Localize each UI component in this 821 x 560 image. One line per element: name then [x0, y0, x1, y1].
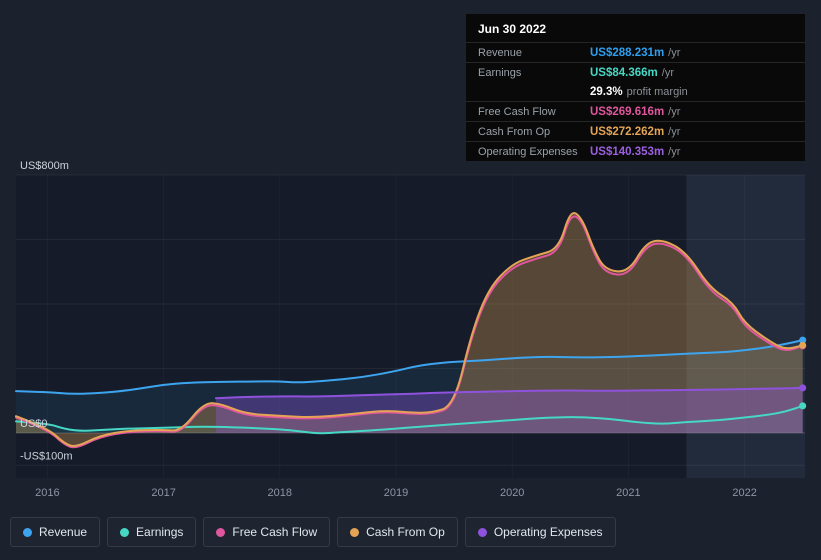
tooltip-row-earnings: Earnings US$84.366m/yr	[466, 62, 805, 82]
tooltip-row-label: Free Cash Flow	[478, 105, 556, 118]
chart-legend: Revenue Earnings Free Cash Flow Cash From O…	[10, 517, 616, 547]
legend-item-earnings[interactable]: Earnings	[107, 517, 197, 547]
tooltip-row-label: Earnings	[478, 66, 522, 79]
legend-dot	[216, 527, 226, 537]
tooltip-rows: Revenue US$288.231m/yr Earnings US$84.366m /…	[466, 42, 805, 161]
legend-label: Revenue	[39, 525, 88, 539]
tooltip-row-value: US$272.262m	[590, 125, 665, 138]
legend-dot	[23, 527, 32, 537]
legend-item-free-cash-flow[interactable]: Free Cash Flow	[203, 517, 331, 547]
tooltip-row-value: US$140.353m	[590, 145, 665, 158]
legend-label: Operating Expenses	[493, 525, 603, 539]
x-axis-label-2021: 2021	[616, 487, 640, 499]
tooltip-row-suffix: /yr	[668, 105, 681, 118]
tooltip-row-suffix: /yr	[668, 125, 681, 138]
x-axis-label-2019: 2019	[384, 487, 408, 499]
y-axis-label-800: US$800m	[20, 160, 69, 172]
tooltip-row-profit-margin: 29.3% profit margin	[466, 82, 805, 101]
legend-label: Cash From Op	[366, 525, 445, 539]
tooltip-row-suffix: /yr	[661, 66, 675, 79]
tooltip-row-value: US$84.366m	[590, 66, 658, 79]
tooltip-row-cash-from-op: Cash From Op US$272.262m/yr	[466, 121, 805, 141]
legend-item-cash-from-op[interactable]: Cash From Op	[337, 517, 458, 547]
tooltip-row-suffix: /yr	[668, 46, 681, 59]
tooltip-date: Jun 30 2022	[478, 22, 547, 36]
legend-label: Earnings	[136, 525, 184, 539]
x-axis-label-2016: 2016	[35, 487, 59, 499]
tooltip-row-suffix: profit margin	[626, 85, 688, 98]
tooltip-row-value: 29.3%	[590, 85, 623, 98]
x-axis-label-2022: 2022	[732, 487, 756, 499]
series-end-dot-earnings	[799, 402, 807, 410]
tooltip-row-suffix: /yr	[668, 145, 681, 158]
y-axis-label-0: US$0	[20, 418, 48, 430]
y-axis-label--100: -US$100m	[20, 450, 73, 462]
x-axis-label-2020: 2020	[500, 487, 524, 499]
tooltip-row-label: Operating Expenses	[478, 145, 578, 158]
tooltip-row-free-cash-flow: Free Cash Flow US$269.616m/yr	[466, 101, 805, 121]
legend-dot	[120, 527, 130, 537]
legend-item-revenue[interactable]: Revenue	[10, 517, 101, 547]
chart-data-tooltip: Jun 30 2022 Revenue US$288.231m/yr Earning…	[466, 14, 805, 161]
tooltip-row-label: Cash From Op	[478, 125, 551, 138]
tooltip-row-operating-expenses: Operating Expenses US$140.353m/yr	[466, 141, 805, 161]
series-end-dot-operating-expenses	[799, 384, 807, 392]
legend-item-operating-expenses[interactable]: Operating Expenses	[464, 517, 616, 547]
tooltip-row-label: Revenue	[478, 46, 523, 59]
x-axis-label-2018: 2018	[268, 487, 292, 499]
legend-dot	[350, 527, 360, 537]
x-axis-label-2017: 2017	[151, 487, 175, 499]
stock-financials-chart-page: US$800m US$0 -US$100m 2016 2017 2018 2019 2020 2…	[0, 0, 821, 560]
tooltip-row-revenue: Revenue US$288.231m/yr	[466, 42, 805, 62]
legend-dot	[477, 527, 487, 537]
tooltip-row-value: US$288.231m	[590, 46, 665, 59]
series-end-dot-cash-from-op	[799, 341, 807, 349]
tooltip-row-value: US$269.616m	[590, 105, 665, 118]
legend-label: Free Cash Flow	[232, 525, 318, 539]
